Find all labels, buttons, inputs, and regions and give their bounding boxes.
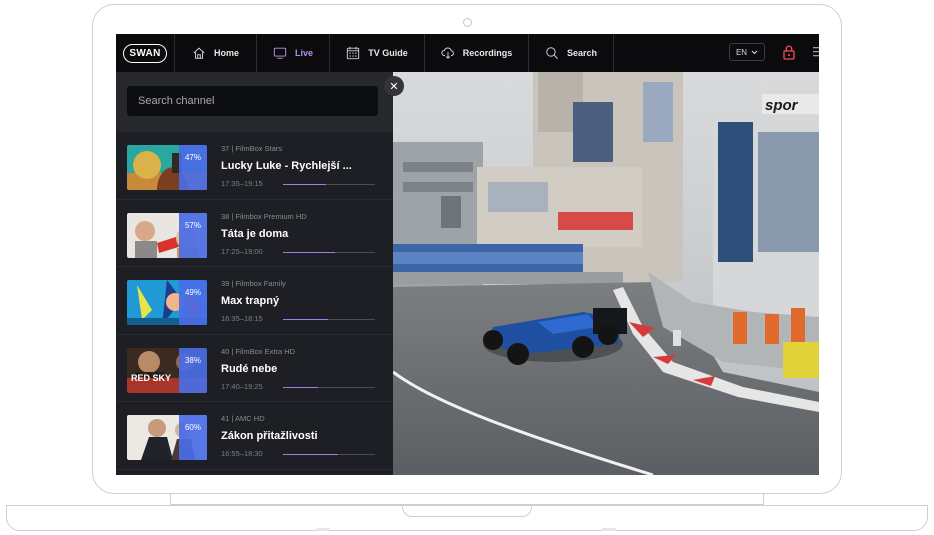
program-title: Zákon přitažlivosti — [221, 430, 318, 442]
program-title: Max trapný — [221, 295, 280, 307]
channel-search-input[interactable] — [127, 86, 378, 116]
program-time: 17:35–19:15 — [221, 179, 263, 188]
nav-live[interactable]: Live — [257, 34, 330, 72]
program-thumbnail: 47% — [127, 145, 207, 190]
progress-badge: 57% — [179, 212, 207, 258]
channel-number-name: 40 | FilmBox Extra HD — [221, 346, 296, 356]
channel-sidebar: 47% 37 | FilmBox Stars Lucky Luke - Rych… — [116, 72, 393, 475]
program-progress-bar — [283, 319, 375, 320]
home-icon — [193, 47, 205, 59]
program-time: 16:35–18:15 — [221, 314, 263, 323]
nav-home[interactable]: Home — [175, 34, 257, 72]
channel-list: 47% 37 | FilmBox Stars Lucky Luke - Rych… — [116, 132, 393, 470]
laptop-foot — [602, 528, 616, 531]
channel-list-item[interactable]: 47% 37 | FilmBox Stars Lucky Luke - Rych… — [116, 132, 393, 200]
program-title: Lucky Luke - Rychlejší ... — [221, 160, 352, 172]
channel-number-name: 38 | Filmbox Premium HD — [221, 211, 307, 221]
laptop-notch — [402, 505, 532, 517]
laptop-hinge — [170, 494, 764, 505]
video-frame: spor — [393, 72, 819, 475]
menu-icon[interactable] — [813, 46, 819, 60]
channel-list-item[interactable]: 49% 39 | Filmbox Family Max trapný 16:35… — [116, 267, 393, 335]
channel-search-bar — [116, 72, 393, 132]
close-icon: ✕ — [389, 80, 399, 93]
tv-icon — [273, 47, 287, 59]
channel-list-item[interactable]: RED SKY 38% 40 | FilmBox Extra HD Rudé n… — [116, 335, 393, 402]
top-navigation: SWAN Home Live TV Guide Recordings Searc… — [116, 34, 819, 72]
program-progress-bar — [283, 184, 375, 185]
cloud-download-icon — [441, 47, 454, 59]
laptop-foot — [316, 528, 330, 531]
nav-recordings[interactable]: Recordings — [425, 34, 529, 72]
progress-badge: 47% — [179, 145, 207, 190]
program-thumbnail: 57% — [127, 212, 207, 258]
channel-number-name: 37 | FilmBox Stars — [221, 144, 283, 153]
channel-list-item[interactable]: 57% 38 | Filmbox Premium HD Táta je doma… — [116, 200, 393, 267]
program-title: Táta je doma — [221, 227, 289, 240]
channel-number-name: 41 | AMC HD — [221, 414, 265, 423]
close-sidebar-button[interactable]: ✕ — [384, 76, 404, 96]
lock-icon[interactable] — [782, 44, 796, 60]
nav-tv-guide[interactable]: TV Guide — [330, 34, 425, 72]
chevron-down-icon — [751, 50, 758, 54]
channel-number-name: 39 | Filmbox Family — [221, 279, 286, 288]
channel-logo: spor — [765, 97, 799, 114]
program-time: 16:55–18:30 — [221, 449, 263, 458]
camera — [463, 18, 472, 27]
program-thumbnail: RED SKY 38% — [127, 347, 207, 393]
language-select[interactable]: EN — [729, 43, 765, 61]
progress-badge: 60% — [179, 415, 207, 460]
program-thumbnail: 49% — [127, 280, 207, 325]
program-progress-bar — [283, 454, 375, 455]
program-progress-bar — [283, 251, 375, 253]
program-time: 17:25–19:00 — [221, 246, 263, 256]
nav-search[interactable]: Search — [529, 34, 614, 72]
program-time: 17:40–19:25 — [221, 381, 263, 391]
progress-badge: 49% — [179, 280, 207, 325]
program-thumbnail: 60% — [127, 415, 207, 460]
program-progress-bar — [283, 386, 375, 388]
calendar-icon — [347, 46, 360, 60]
search-icon — [546, 47, 559, 60]
svg-text:RED SKY: RED SKY — [131, 373, 171, 383]
program-title: Rudé nebe — [221, 362, 278, 375]
app-screen: SWAN Home Live TV Guide Recordings Searc… — [116, 34, 819, 475]
channel-list-item[interactable]: 60% 41 | AMC HD Zákon přitažlivosti 16:5… — [116, 402, 393, 470]
swan-logo[interactable]: SWAN — [116, 34, 175, 72]
live-video-player[interactable]: spor — [393, 72, 819, 475]
progress-badge: 38% — [179, 347, 207, 393]
